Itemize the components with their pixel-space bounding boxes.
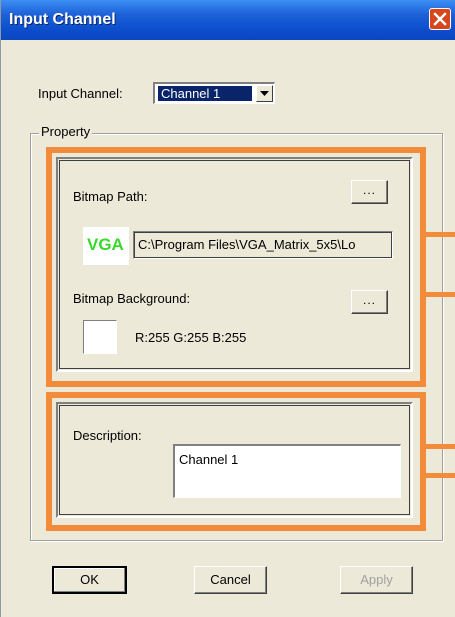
bitmap-background-browse-button[interactable]: ... (351, 290, 388, 314)
description-label: Description: (73, 428, 142, 443)
description-textarea[interactable]: Channel 1 (173, 444, 401, 498)
callout-connector-bitmap-path (426, 232, 455, 237)
bitmap-path-field[interactable]: C:\Program Files\VGA_Matrix_5x5\Lo (133, 231, 393, 259)
close-button[interactable] (429, 8, 451, 30)
bitmap-path-label: Bitmap Path: (73, 189, 148, 204)
input-channel-select[interactable]: Channel 1 (153, 82, 275, 104)
apply-button[interactable]: Apply (340, 566, 413, 594)
callout-connector-description-top (426, 444, 455, 449)
background-color-swatch (83, 320, 117, 354)
ok-button[interactable]: OK (52, 566, 127, 594)
input-channel-label: Input Channel: (38, 86, 123, 101)
background-rgb-text: R:255 G:255 B:255 (135, 330, 247, 345)
bitmap-background-label: Bitmap Background: (73, 291, 191, 306)
cancel-button[interactable]: Cancel (194, 566, 267, 594)
title-bar[interactable]: Input Channel (1, 0, 455, 40)
callout-connector-bitmap-background (426, 292, 455, 297)
vga-logo-text: VGA (87, 235, 124, 254)
callout-connector-description-bottom (426, 473, 455, 478)
chevron-down-icon (260, 91, 269, 96)
input-channel-dialog: Input Channel Input Channel: Channel 1 P… (0, 0, 455, 617)
bitmap-path-browse-button[interactable]: ... (351, 180, 388, 204)
window-title: Input Channel (9, 11, 116, 28)
combo-dropdown-button[interactable] (256, 85, 273, 102)
property-legend: Property (39, 124, 93, 139)
vga-logo-preview: VGA (83, 227, 129, 265)
close-icon (433, 12, 447, 26)
input-channel-selected-value: Channel 1 (157, 85, 253, 102)
